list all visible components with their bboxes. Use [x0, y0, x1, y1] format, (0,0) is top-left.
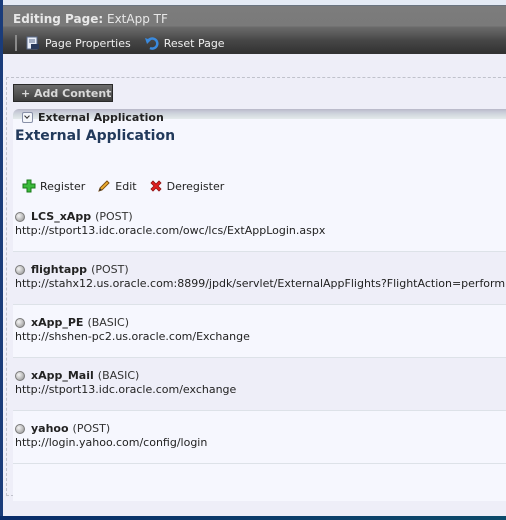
page-properties-button[interactable]: Page Properties — [26, 36, 131, 50]
reset-undo-icon — [144, 36, 159, 50]
app-method: (BASIC) — [97, 369, 140, 382]
app-method: (POST) — [95, 210, 133, 223]
select-radio[interactable] — [15, 264, 25, 275]
select-radio[interactable] — [15, 317, 25, 328]
edit-button[interactable]: Edit — [97, 179, 137, 193]
app-method: (POST) — [72, 422, 111, 435]
select-radio[interactable] — [15, 211, 25, 222]
plus-icon — [22, 179, 36, 193]
app-url: http://stport13.idc.oracle.com/owc/lcs/E… — [15, 224, 326, 237]
app-url: http://stahx12.us.oracle.com:8899/jpdk/s… — [15, 277, 506, 290]
page-title-name: ExtApp TF — [107, 12, 168, 26]
select-radio[interactable] — [15, 423, 25, 434]
register-label: Register — [40, 179, 86, 193]
app-name: xApp_Mail — [31, 369, 94, 382]
deregister-label: Deregister — [166, 179, 225, 193]
window-left-edge — [0, 0, 3, 520]
delete-x-icon — [150, 180, 162, 192]
chevron-down-icon[interactable] — [22, 112, 33, 123]
editor-toolbar: Page Properties Reset Page — [15, 35, 239, 51]
app-url: http://stport13.idc.oracle.com/exchange — [15, 383, 237, 396]
app-name: LCS_xApp — [31, 210, 92, 223]
list-item: xApp_PE (BASIC) http://shshen-pc2.us.ora… — [13, 304, 506, 357]
app-name: yahoo — [31, 422, 69, 435]
list-item: yahoo (POST) http://login.yahoo.com/conf… — [13, 410, 506, 463]
editing-header: Editing Page: ExtApp TF Page Properties — [3, 6, 506, 54]
reset-page-label: Reset Page — [163, 36, 225, 50]
app-url: http://shshen-pc2.us.oracle.com/Exchange — [15, 330, 250, 343]
page-title-prefix: Editing Page: — [13, 12, 104, 26]
page-properties-icon — [26, 36, 40, 50]
select-radio[interactable] — [15, 370, 25, 381]
list-end-area — [13, 463, 506, 501]
register-button[interactable]: Register — [22, 179, 85, 193]
portlet-title: External Application — [15, 128, 176, 144]
app-name: flightapp — [31, 263, 88, 276]
portlet-actions: Register Edit Deregister — [22, 179, 236, 193]
edit-label: Edit — [115, 179, 137, 193]
list-item: flightapp (POST) http://stahx12.us.oracl… — [13, 251, 506, 304]
region-header: External Application — [22, 111, 164, 124]
reset-page-button[interactable]: Reset Page — [144, 36, 225, 50]
pencil-icon — [98, 180, 111, 192]
add-content-button[interactable]: + Add Content — [13, 84, 113, 102]
list-item: LCS_xApp (POST) http://stport13.idc.orac… — [13, 199, 506, 251]
page-properties-label: Page Properties — [45, 36, 131, 50]
app-name: xApp_PE — [31, 316, 84, 329]
window-bottom-edge — [0, 516, 506, 520]
deregister-button[interactable]: Deregister — [149, 179, 225, 193]
toolbar-separator — [15, 35, 17, 51]
region-title: External Application — [38, 111, 164, 124]
list-item: xApp_Mail (BASIC) http://stport13.idc.or… — [13, 357, 506, 410]
app-method: (BASIC) — [87, 316, 129, 329]
app-url: http://login.yahoo.com/config/login — [15, 436, 208, 449]
page-title: Editing Page: ExtApp TF — [13, 12, 168, 26]
app-method: (POST) — [91, 263, 129, 276]
